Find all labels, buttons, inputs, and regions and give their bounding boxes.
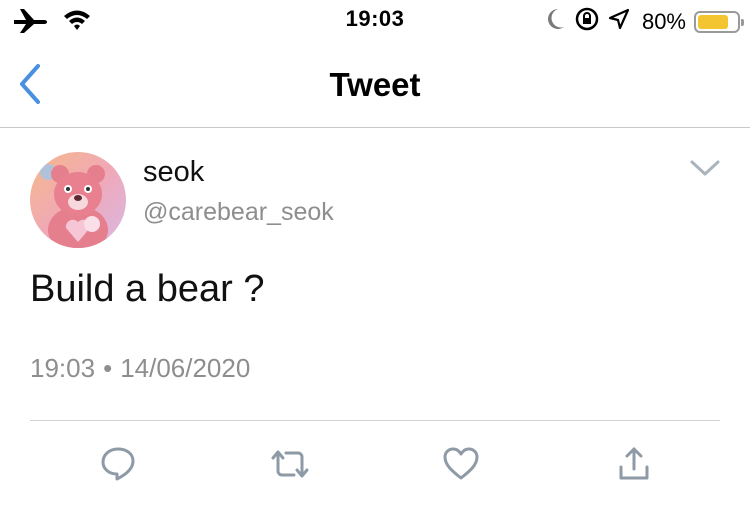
- battery-icon: [694, 10, 744, 33]
- avatar[interactable]: [30, 152, 126, 248]
- tweet-timestamp: 19:03 • 14/06/2020: [30, 353, 250, 384]
- tweet-text: Build a bear ?: [30, 268, 265, 310]
- share-icon: [619, 447, 649, 480]
- share-button[interactable]: [614, 444, 654, 484]
- user-handle[interactable]: @carebear_seok: [143, 198, 334, 227]
- battery-percent: 80%: [641, 8, 686, 34]
- status-bar: 19:03 80%: [0, 0, 750, 40]
- divider: [30, 420, 720, 421]
- navigation-bar: Tweet: [0, 40, 750, 128]
- battery-nub: [741, 18, 744, 26]
- tweet-time: 19:03: [30, 353, 96, 383]
- battery-level: [698, 14, 729, 29]
- reply-button[interactable]: [98, 444, 138, 484]
- tweet-date: 14/06/2020: [120, 353, 251, 383]
- tweet-menu-button[interactable]: [688, 156, 722, 180]
- rotation-lock-icon: [574, 6, 600, 37]
- retweet-icon: [271, 450, 309, 478]
- like-icon: [443, 447, 479, 480]
- chevron-down-icon: [690, 160, 720, 176]
- reply-icon: [101, 447, 135, 481]
- status-right: 80%: [546, 6, 744, 37]
- retweet-button[interactable]: [270, 444, 310, 484]
- page-title: Tweet: [329, 66, 421, 103]
- display-name[interactable]: seok: [143, 156, 204, 189]
- like-button[interactable]: [441, 444, 481, 484]
- meta-separator: •: [103, 353, 113, 383]
- tweet-detail-screen: 19:03 80% Tweet seok @carebear_seok Buil…: [0, 0, 750, 508]
- location-icon: [608, 8, 630, 35]
- moon-icon: [546, 7, 566, 36]
